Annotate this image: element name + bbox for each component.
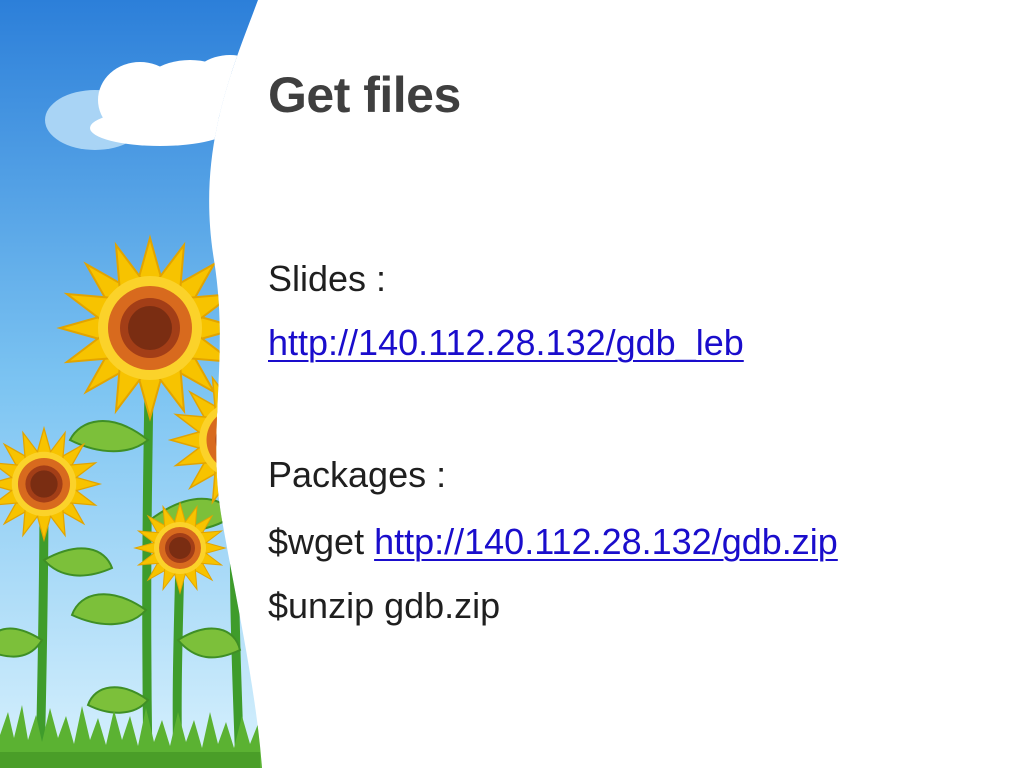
- slides-link-row: http://140.112.28.132/gdb_leb: [268, 322, 744, 364]
- unzip-command: $unzip gdb.zip: [268, 585, 501, 626]
- slide-content: Get files Slides : http://140.112.28.132…: [268, 0, 1008, 768]
- sunflower-sky-decoration: [0, 0, 262, 768]
- packages-label: Packages :: [268, 454, 447, 495]
- slide-title: Get files: [268, 67, 461, 123]
- gdb-zip-link[interactable]: http://140.112.28.132/gdb.zip: [374, 521, 838, 562]
- slides-link[interactable]: http://140.112.28.132/gdb_leb: [268, 322, 744, 363]
- sunflower-icon: [134, 502, 226, 594]
- slides-label: Slides :: [268, 258, 387, 299]
- wget-prefix: $wget: [268, 521, 375, 562]
- wget-command: $wget http://140.112.28.132/gdb.zip: [268, 521, 838, 563]
